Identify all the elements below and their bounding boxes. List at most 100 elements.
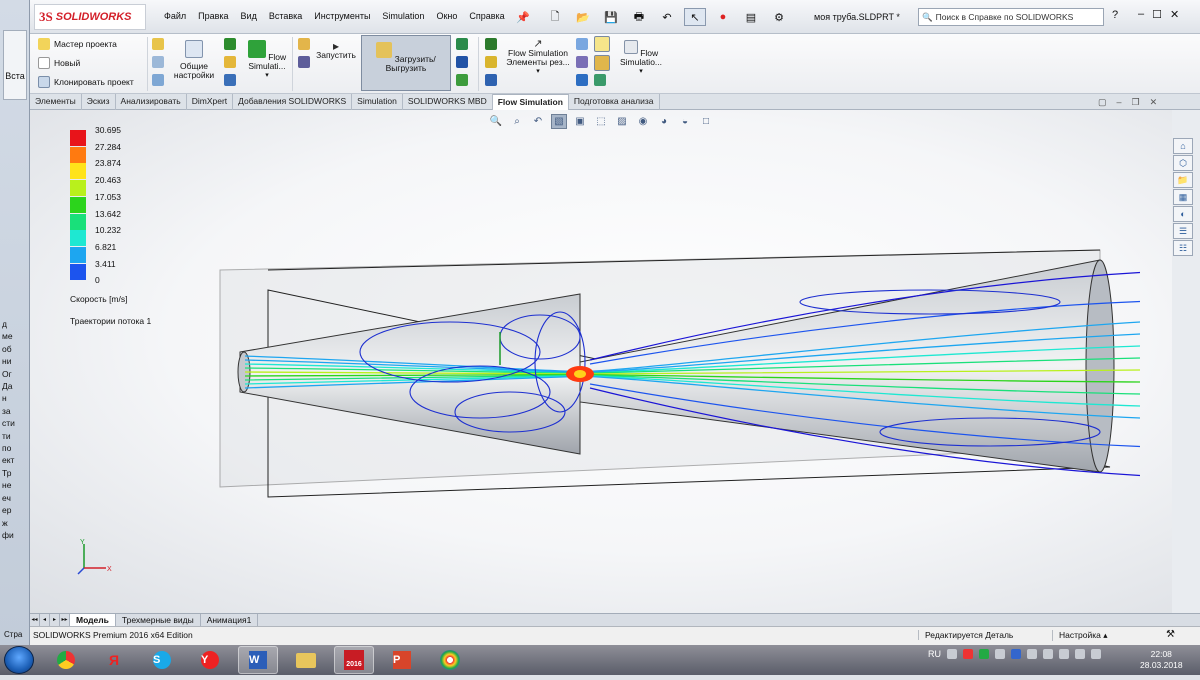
options-gear-icon[interactable]: ⚙ <box>768 8 790 26</box>
last-tab-icon[interactable]: ▸▸ <box>60 614 70 626</box>
apply-scene-icon[interactable]: ◒ <box>677 114 693 129</box>
tab-simulation[interactable]: Simulation <box>352 94 403 110</box>
tab-animation[interactable]: Анимация1 <box>201 614 259 626</box>
velocity-legend[interactable]: 30.695 27.284 23.874 20.463 17.053 13.642 10.2… <box>68 125 188 306</box>
zoom-area-icon[interactable]: ⌕ <box>509 114 525 129</box>
section-view-icon[interactable]: ▧ <box>551 114 567 129</box>
tool-icon[interactable] <box>224 38 236 50</box>
menu-window[interactable]: Окно <box>436 11 457 21</box>
next-tab-icon[interactable]: ▸ <box>50 614 60 626</box>
first-tab-icon[interactable]: ◂◂ <box>30 614 40 626</box>
tray-icon[interactable] <box>1027 649 1037 659</box>
tool-icon[interactable] <box>298 38 310 50</box>
tool-icon[interactable] <box>456 56 468 68</box>
menu-insert[interactable]: Вставка <box>269 11 302 21</box>
clone-project-button[interactable]: Клонировать проект <box>38 76 134 88</box>
paint-icon[interactable] <box>430 646 470 674</box>
display-style-icon[interactable]: ▨ <box>614 114 630 129</box>
tray-icon[interactable] <box>995 649 1005 659</box>
file-properties-icon[interactable]: ▤ <box>740 8 762 26</box>
open-document-icon[interactable]: 📂 <box>572 8 594 26</box>
explorer-icon[interactable] <box>286 646 326 674</box>
tray-icon[interactable] <box>963 649 973 659</box>
volume-icon[interactable] <box>1059 649 1069 659</box>
tool-icon[interactable] <box>298 56 310 68</box>
flow-results-button[interactable]: ↗ Flow Simulation Элементы рез... ▾ <box>502 39 574 76</box>
tray-icon[interactable] <box>1091 649 1101 659</box>
solidworks-logo[interactable]: 3S SOLIDWORKS <box>34 4 146 30</box>
clock[interactable]: 22:08 28.03.2018 <box>1140 649 1183 671</box>
tab-sketch[interactable]: Эскиз <box>82 94 116 110</box>
tab-analysis-prep[interactable]: Подготовка анализа <box>569 94 660 110</box>
new-document-icon[interactable]: 🗋 <box>544 8 566 26</box>
view-palette-icon[interactable]: ▦ <box>1173 189 1193 205</box>
run-button[interactable]: ▸ Запустить <box>314 40 358 60</box>
pipe-model[interactable] <box>210 242 1140 502</box>
tool-icon[interactable] <box>485 56 497 68</box>
doc-minimize-icon[interactable]: – <box>1117 97 1122 108</box>
help-search-input[interactable]: 🔍 Поиск в Справке по SOLIDWORKS <box>918 8 1104 26</box>
rebuild-traffic-light-icon[interactable]: ● <box>712 8 734 26</box>
menu-help[interactable]: Справка <box>469 11 504 21</box>
tray-icon[interactable] <box>1011 649 1021 659</box>
edit-appearance-icon[interactable]: ◕ <box>656 114 672 129</box>
close-icon[interactable]: ✕ <box>1170 8 1179 21</box>
tab-evaluate[interactable]: Анализировать <box>116 94 187 110</box>
tool-icon[interactable] <box>594 55 610 71</box>
tray-icon[interactable] <box>979 649 989 659</box>
undo-icon[interactable]: ↶ <box>656 8 678 26</box>
help-icon[interactable]: ? <box>1112 9 1118 21</box>
tool-icon[interactable] <box>485 38 497 50</box>
menu-simulation[interactable]: Simulation <box>382 11 424 21</box>
lightbulb-icon[interactable] <box>594 36 610 52</box>
background-tab-insert[interactable]: Вста <box>3 30 27 100</box>
tool-icon[interactable] <box>576 56 588 68</box>
tool-icon[interactable] <box>152 38 164 50</box>
tool-icon[interactable] <box>456 74 468 86</box>
tool-icon[interactable] <box>224 56 236 68</box>
tab-model[interactable]: Модель <box>70 614 116 626</box>
graphics-area[interactable]: 🔍 ⌕ ↶ ▧ ▣ ⬚ ▨ ◉ ◕ ◒ □ 30.695 27.284 23.874… <box>30 110 1172 613</box>
save-icon[interactable]: 💾 <box>600 8 622 26</box>
tray-icon[interactable] <box>947 649 957 659</box>
tool-icon[interactable] <box>152 74 164 86</box>
tool-icon[interactable] <box>456 38 468 50</box>
start-button[interactable] <box>4 646 34 674</box>
prev-tab-icon[interactable]: ◂ <box>40 614 50 626</box>
tool-icon[interactable] <box>485 74 497 86</box>
tray-icon[interactable] <box>1075 649 1085 659</box>
menu-view[interactable]: Вид <box>241 11 257 21</box>
design-library-icon[interactable]: ⬡ <box>1173 155 1193 171</box>
tool-icon[interactable] <box>224 74 236 86</box>
tab-3d-views[interactable]: Трехмерные виды <box>116 614 201 626</box>
minimize-icon[interactable]: – <box>1138 8 1144 21</box>
yandex-browser-icon[interactable]: Y <box>190 646 230 674</box>
pin-menu-icon[interactable]: 📌 <box>516 11 530 24</box>
tab-mbd[interactable]: SOLIDWORKS MBD <box>403 94 493 110</box>
tab-features[interactable]: Элементы <box>30 94 82 110</box>
language-indicator[interactable]: RU <box>928 649 941 659</box>
load-unload-button[interactable]: Загрузить/Выгрузить <box>361 35 451 91</box>
menu-file[interactable]: Файл <box>164 11 186 21</box>
menu-edit[interactable]: Правка <box>198 11 228 21</box>
flow-simulation-menu-button[interactable]: Flow Simulati... ▾ <box>240 40 294 80</box>
tool-icon[interactable] <box>576 74 588 86</box>
doc-close-icon[interactable]: ✕ <box>1150 97 1158 108</box>
tab-dimxpert[interactable]: DimXpert <box>187 94 234 110</box>
skype-icon[interactable]: S <box>142 646 182 674</box>
doc-restore-icon[interactable]: ❐ <box>1132 97 1140 108</box>
network-icon[interactable] <box>1043 649 1053 659</box>
new-project-button[interactable]: Новый <box>38 57 80 69</box>
general-settings-button[interactable]: Общие настройки <box>170 40 218 80</box>
select-pointer-icon[interactable]: ↖ <box>684 8 706 26</box>
word-icon[interactable]: W <box>238 646 278 674</box>
appearances-icon[interactable]: ◐ <box>1173 206 1193 222</box>
zoom-to-fit-icon[interactable]: 🔍 <box>488 114 504 129</box>
yandex-icon[interactable]: Я <box>94 646 134 674</box>
tool-icon[interactable] <box>576 38 588 50</box>
menu-tools[interactable]: Инструменты <box>314 11 370 21</box>
print-icon[interactable]: 🖶 <box>628 8 650 26</box>
tab-flow-simulation[interactable]: Flow Simulation <box>492 94 569 110</box>
project-wizard-button[interactable]: Мастер проекта <box>38 38 117 50</box>
restore-panel-icon[interactable]: ▢ <box>1098 97 1107 108</box>
